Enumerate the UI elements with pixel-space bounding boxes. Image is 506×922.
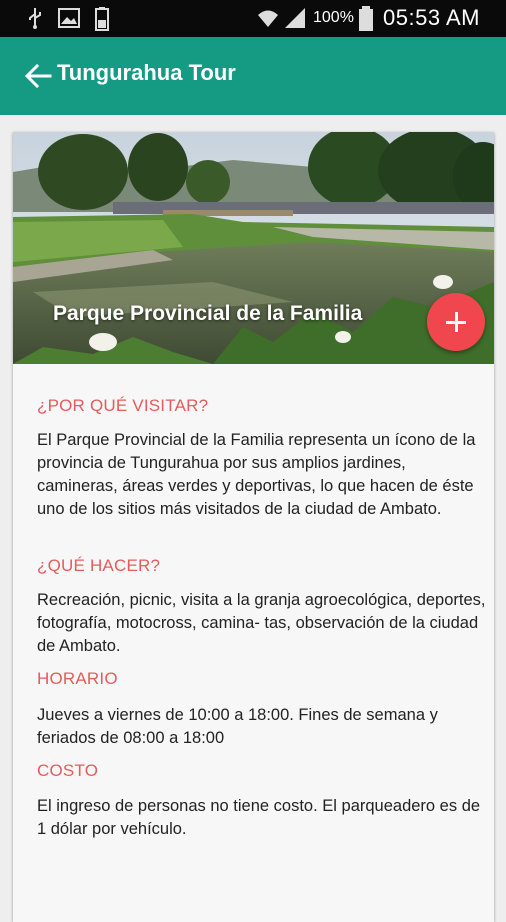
toolbar: Tungurahua Tour [0,37,506,115]
section-body-cost: El ingreso de personas no tiene costo. E… [37,797,481,838]
battery-small-icon [95,7,109,31]
arrow-left-icon[interactable] [24,62,52,90]
wifi-icon [258,10,278,27]
usb-icon [29,8,41,29]
battery-percent: 100% [313,9,354,26]
add-fab-button[interactable] [427,293,485,351]
section-body-why: El Parque Provincial de la Familia repre… [37,431,476,518]
battery-icon [359,6,373,31]
plus-icon-vertical [455,312,458,332]
image-icon [58,8,80,28]
section-heading-what: ¿QUÉ HACER? [37,556,161,575]
park-photo [13,132,494,364]
section-body-what: Recreación, picnic, visita a la granja a… [37,591,486,655]
status-bar: 100% 05:53 AM [0,0,506,37]
signal-icon [285,8,305,28]
clock: 05:53 AM [383,5,480,30]
section-heading-cost: COSTO [37,761,99,780]
hero-image: Parque Provincial de la Familia [13,132,494,364]
section-body-schedule: Jueves a viernes de 10:00 a 18:00. Fines… [37,706,438,747]
place-title: Parque Provincial de la Familia [53,302,363,325]
page-title: Tungurahua Tour [57,60,236,85]
section-heading-schedule: HORARIO [37,669,118,688]
section-heading-why: ¿POR QUÉ VISITAR? [37,396,209,415]
